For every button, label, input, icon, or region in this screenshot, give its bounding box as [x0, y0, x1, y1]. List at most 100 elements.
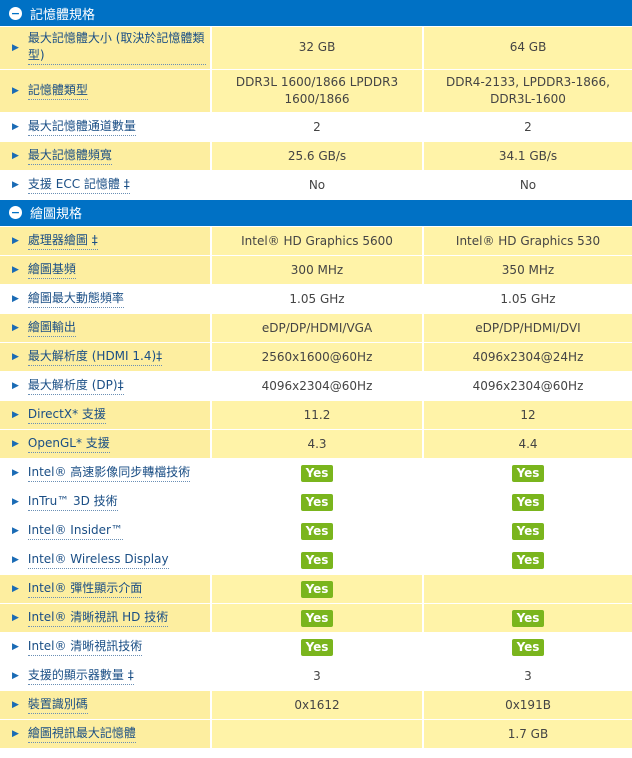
- spec-label[interactable]: 裝置識別碼: [27, 696, 88, 714]
- triangle-right-icon[interactable]: ▶: [12, 642, 19, 652]
- triangle-right-icon[interactable]: ▶: [12, 265, 19, 275]
- spec-label[interactable]: Intel® Wireless Display: [27, 551, 169, 569]
- spec-label-cell[interactable]: ▶ 支援 ECC 記憶體 ‡: [0, 170, 212, 200]
- triangle-right-icon[interactable]: ▶: [12, 671, 19, 681]
- triangle-right-icon[interactable]: ▶: [12, 323, 19, 333]
- spec-label-cell[interactable]: ▶ Intel® 清晰視訊技術: [0, 632, 212, 662]
- spec-label[interactable]: 繪圖最大動態頻率: [27, 290, 124, 308]
- spec-label-cell[interactable]: ▶ InTru™ 3D 技術: [0, 487, 212, 517]
- triangle-right-icon[interactable]: ▶: [12, 352, 19, 362]
- spec-label-cell[interactable]: ▶ 繪圖輸出: [0, 313, 212, 343]
- spec-label[interactable]: 最大解析度 (HDMI 1.4)‡: [27, 348, 163, 366]
- yes-badge: Yes: [511, 493, 545, 511]
- spec-label[interactable]: InTru™ 3D 技術: [27, 493, 118, 511]
- spec-label-cell[interactable]: ▶ Intel® 清晰視訊 HD 技術: [0, 603, 212, 633]
- spec-label[interactable]: OpenGL* 支援: [27, 435, 110, 453]
- spec-label[interactable]: 最大記憶體頻寬: [27, 147, 112, 165]
- triangle-right-icon[interactable]: ▶: [12, 497, 19, 507]
- spec-value: 34.1 GB/s: [498, 148, 558, 163]
- triangle-right-icon[interactable]: ▶: [12, 151, 19, 161]
- spec-value-cell: Yes: [423, 458, 632, 488]
- section-header[interactable]: − 記憶體規格: [0, 0, 632, 27]
- triangle-right-icon[interactable]: ▶: [12, 236, 19, 246]
- spec-label[interactable]: 最大記憶體通道數量: [27, 118, 136, 136]
- spec-label-cell[interactable]: ▶ 繪圖最大動態頻率: [0, 284, 212, 314]
- spec-label-cell[interactable]: ▶ 最大記憶體頻寬: [0, 141, 212, 171]
- spec-value-cell: 1.05 GHz: [423, 284, 632, 314]
- triangle-right-icon[interactable]: ▶: [12, 180, 19, 190]
- spec-value: 3: [524, 669, 532, 683]
- spec-label[interactable]: 支援 ECC 記憶體 ‡: [27, 176, 130, 194]
- spec-label[interactable]: 最大解析度 (DP)‡: [27, 377, 124, 395]
- minus-circle-icon[interactable]: −: [9, 206, 22, 219]
- spec-label[interactable]: Intel® 清晰視訊 HD 技術: [27, 609, 169, 627]
- spec-label-cell[interactable]: ▶ Intel® 高速影像同步轉檔技術: [0, 458, 212, 488]
- spec-label-cell[interactable]: ▶ 裝置識別碼: [0, 690, 212, 720]
- spec-label-cell[interactable]: ▶ OpenGL* 支援: [0, 429, 212, 459]
- spec-label-cell[interactable]: ▶ 記憶體類型: [0, 69, 212, 113]
- spec-label[interactable]: Intel® 高速影像同步轉檔技術: [27, 464, 191, 482]
- spec-label[interactable]: 處理器繪圖 ‡: [27, 232, 98, 250]
- yes-badge: Yes: [511, 638, 545, 656]
- spec-label[interactable]: 支援的顯示器數量 ‡: [27, 667, 134, 685]
- triangle-right-icon[interactable]: ▶: [12, 468, 19, 478]
- spec-value-cell: Yes: [423, 487, 632, 517]
- spec-value-cell: Yes: [423, 545, 632, 575]
- spec-label[interactable]: 記憶體類型: [27, 82, 88, 100]
- triangle-right-icon[interactable]: ▶: [12, 700, 19, 710]
- triangle-right-icon[interactable]: ▶: [12, 294, 19, 304]
- spec-value-cell: eDP/DP/HDMI/DVI: [423, 313, 632, 343]
- spec-label[interactable]: Intel® 清晰視訊技術: [27, 638, 143, 656]
- triangle-right-icon[interactable]: ▶: [12, 526, 19, 536]
- spec-value-cell: 4096x2304@60Hz: [423, 371, 632, 401]
- spec-label[interactable]: 最大記憶體大小 (取決於記憶體類型): [27, 30, 206, 66]
- triangle-right-icon[interactable]: ▶: [12, 122, 19, 132]
- spec-label-cell[interactable]: ▶ 最大解析度 (DP)‡: [0, 371, 212, 401]
- spec-label-cell[interactable]: ▶ Intel® Wireless Display: [0, 545, 212, 575]
- spec-table: − 記憶體規格 ▶ 最大記憶體大小 (取決於記憶體類型) 32 GB 64 GB ▶ 記憶體類…: [0, 0, 632, 749]
- spec-label-cell[interactable]: ▶ 最大解析度 (HDMI 1.4)‡: [0, 342, 212, 372]
- spec-value-cell: eDP/DP/HDMI/VGA: [211, 313, 424, 343]
- spec-label-cell[interactable]: ▶ 繪圖基頻: [0, 255, 212, 285]
- yes-badge: Yes: [511, 609, 545, 627]
- spec-value-cell: 12: [423, 400, 632, 430]
- yes-badge: Yes: [300, 638, 334, 656]
- section-header[interactable]: − 繪圖規格: [0, 199, 632, 227]
- spec-label[interactable]: Intel® Insider™: [27, 522, 123, 540]
- table-row: ▶ 支援 ECC 記憶體 ‡ No No: [0, 170, 632, 200]
- triangle-right-icon[interactable]: ▶: [12, 555, 19, 565]
- spec-value: 4096x2304@24Hz: [472, 350, 584, 364]
- triangle-right-icon[interactable]: ▶: [12, 729, 19, 739]
- spec-label-cell[interactable]: ▶ DirectX* 支援: [0, 400, 212, 430]
- spec-label-cell[interactable]: ▶ 支援的顯示器數量 ‡: [0, 661, 212, 691]
- spec-value: 4.4: [518, 437, 538, 451]
- spec-value-cell: 3: [211, 661, 424, 691]
- spec-label-cell[interactable]: ▶ 最大記憶體通道數量: [0, 112, 212, 142]
- spec-label-cell[interactable]: ▶ Intel® 彈性顯示介面: [0, 574, 212, 604]
- triangle-right-icon[interactable]: ▶: [12, 584, 19, 594]
- triangle-right-icon[interactable]: ▶: [12, 381, 19, 391]
- table-row: ▶ Intel® 彈性顯示介面 Yes: [0, 574, 632, 604]
- spec-value: 11.2: [303, 408, 331, 422]
- spec-label[interactable]: 繪圖視訊最大記憶體: [27, 725, 136, 743]
- triangle-right-icon[interactable]: ▶: [12, 410, 19, 420]
- spec-label-cell[interactable]: ▶ Intel® Insider™: [0, 516, 212, 546]
- triangle-right-icon[interactable]: ▶: [12, 43, 19, 53]
- spec-label[interactable]: 繪圖輸出: [27, 319, 76, 337]
- table-row: ▶ InTru™ 3D 技術 Yes Yes: [0, 487, 632, 517]
- spec-label-cell[interactable]: ▶ 處理器繪圖 ‡: [0, 226, 212, 256]
- spec-label-cell[interactable]: ▶ 最大記憶體大小 (取決於記憶體類型): [0, 27, 212, 70]
- spec-value-cell: 25.6 GB/s: [211, 141, 424, 171]
- minus-circle-icon[interactable]: −: [9, 6, 22, 20]
- triangle-right-icon[interactable]: ▶: [12, 613, 19, 623]
- spec-label-cell[interactable]: ▶ 繪圖視訊最大記憶體: [0, 719, 212, 749]
- triangle-right-icon[interactable]: ▶: [12, 439, 19, 449]
- triangle-right-icon[interactable]: ▶: [12, 86, 19, 96]
- table-row: ▶ 最大解析度 (DP)‡ 4096x2304@60Hz 4096x2304@60Hz: [0, 371, 632, 401]
- spec-value: 1.7 GB: [507, 727, 549, 741]
- spec-label[interactable]: DirectX* 支援: [27, 406, 106, 424]
- spec-value: 4096x2304@60Hz: [472, 379, 584, 393]
- spec-label[interactable]: Intel® 彈性顯示介面: [27, 580, 143, 598]
- spec-value: 4096x2304@60Hz: [261, 379, 373, 393]
- spec-label[interactable]: 繪圖基頻: [27, 261, 76, 279]
